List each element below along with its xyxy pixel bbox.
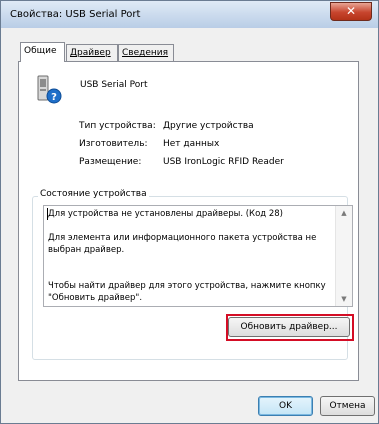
tab-general-label: Общие (24, 46, 57, 56)
device-type-value: Другие устройства (163, 121, 254, 131)
device-status-textbox[interactable]: Для устройства не установлены драйверы. … (43, 205, 353, 307)
title-bar[interactable]: Свойства: USB Serial Port ✕ (1, 1, 378, 28)
tab-details[interactable]: Сведения (118, 44, 174, 62)
close-button[interactable]: ✕ (330, 2, 372, 21)
status-scrollbar[interactable]: ▲ ▼ (335, 206, 352, 306)
scroll-down-icon[interactable]: ▼ (336, 292, 352, 306)
svg-text:?: ? (51, 92, 57, 103)
usb-device-question-icon: ? (37, 75, 62, 104)
highlight-box (226, 314, 354, 341)
tab-driver[interactable]: Драйвер (66, 44, 118, 62)
location-label: Размещение: (79, 157, 142, 167)
device-name: USB Serial Port (80, 80, 148, 90)
manufacturer-value: Нет данных (163, 139, 220, 149)
cancel-button[interactable]: Отмена (320, 396, 375, 416)
scroll-up-icon[interactable]: ▲ (336, 206, 352, 220)
tab-details-label: Сведения (122, 48, 169, 58)
tab-driver-label: Драйвер (70, 48, 111, 58)
tab-general[interactable]: Общие (20, 42, 65, 62)
manufacturer-label: Изготовитель: (79, 139, 148, 149)
close-icon: ✕ (345, 4, 357, 18)
ok-button[interactable]: OK (258, 396, 313, 416)
window-title: Свойства: USB Serial Port (10, 9, 141, 20)
text-cursor (47, 208, 48, 220)
device-type-label: Тип устройства: (79, 121, 156, 131)
location-value: USB IronLogic RFID Reader (163, 157, 284, 167)
device-status-text: Для устройства не установлены драйверы. … (48, 209, 326, 303)
device-status-group-label: Состояние устройства (38, 189, 149, 199)
